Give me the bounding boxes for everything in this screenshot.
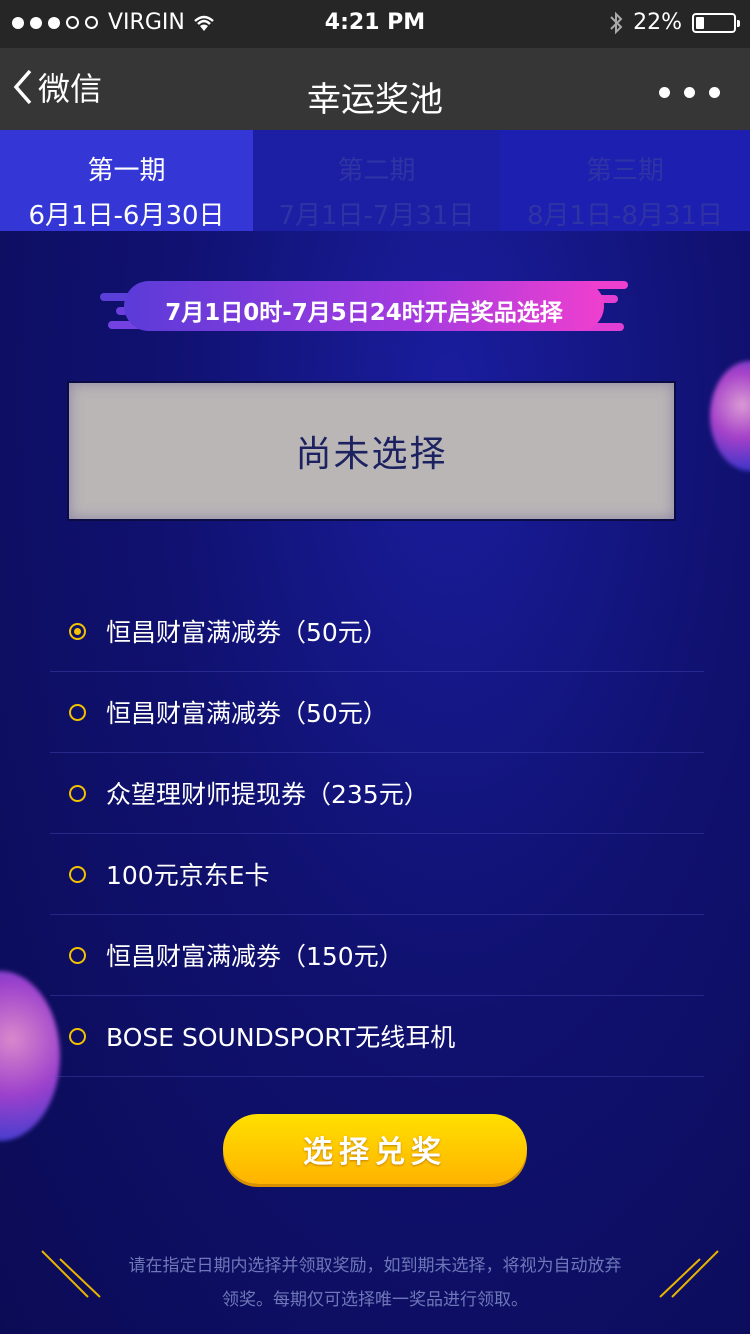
prize-option-label: 恒昌财富满减劵（150元）: [106, 942, 404, 971]
prize-option-label: 众望理财师提现券（235元）: [106, 780, 429, 809]
tab-period-1[interactable]: 第一期 6月1日-6月30日: [0, 130, 253, 231]
tab-period-dates: 7月1日-7月31日: [278, 201, 475, 231]
radio-checked-icon[interactable]: [69, 622, 86, 640]
prize-option[interactable]: 恒昌财富满减劵（50元）: [50, 672, 704, 753]
tab-period-label: 第一期: [87, 156, 166, 186]
battery-percent: 22%: [633, 10, 682, 35]
radio-icon[interactable]: [69, 946, 86, 964]
prize-option-label: 恒昌财富满减劵（50元）: [106, 699, 388, 728]
prize-option-label: 100元京东E卡: [106, 861, 270, 890]
more-dot-icon: [659, 87, 670, 98]
selection-window-banner: 7月1日0时-7月5日24时开启奖品选择: [100, 275, 628, 337]
selected-prize-display: 尚未选择: [67, 381, 676, 521]
bluetooth-icon: [610, 11, 623, 34]
decorative-lines-icon: [41, 1250, 101, 1298]
decorative-orb: [710, 361, 750, 471]
prize-option[interactable]: 众望理财师提现券（235元）: [50, 753, 704, 834]
rules-note: 请在指定日期内选择并领取奖励，如到期未选择，将视为自动放弃 领奖。每期仅可选择唯…: [110, 1249, 640, 1317]
status-bar: VIRGIN 4:21 PM 22%: [0, 0, 750, 48]
tab-period-3[interactable]: 第三期 8月1日-8月31日: [500, 130, 750, 231]
prize-option[interactable]: 100元京东E卡: [50, 834, 704, 915]
tab-period-2[interactable]: 第二期 7月1日-7月31日: [253, 130, 500, 231]
prize-option-label: 恒昌财富满减劵（50元）: [106, 618, 388, 647]
more-dot-icon: [709, 87, 720, 98]
status-right: 22%: [609, 10, 740, 35]
decorative-lines-icon: [659, 1250, 719, 1298]
more-button[interactable]: [659, 87, 720, 98]
tab-period-dates: 8月1日-8月31日: [526, 201, 724, 231]
prize-options-list: 恒昌财富满减劵（50元） 恒昌财富满减劵（50元） 众望理财师提现券（235元）…: [50, 591, 704, 1077]
prize-option[interactable]: BOSE SOUNDSPORT无线耳机: [50, 996, 704, 1077]
prize-option[interactable]: 恒昌财富满减劵（150元）: [50, 915, 704, 996]
radio-icon[interactable]: [69, 784, 86, 802]
tab-period-label: 第二期: [337, 156, 416, 186]
main-content: 7月1日0时-7月5日24时开启奖品选择 尚未选择 恒昌财富满减劵（50元） 恒…: [0, 231, 750, 1334]
battery-icon: [692, 12, 740, 33]
nav-bar: 微信 幸运奖池: [0, 48, 750, 130]
tab-period-label: 第三期: [585, 156, 664, 186]
more-dot-icon: [684, 87, 695, 98]
page-title: 幸运奖池: [307, 80, 443, 120]
prize-option-label: BOSE SOUNDSPORT无线耳机: [106, 1023, 456, 1052]
rules-note-line: 请在指定日期内选择并领取奖励，如到期未选择，将视为自动放弃: [128, 1256, 622, 1276]
prize-option[interactable]: 恒昌财富满减劵（50元）: [50, 591, 704, 672]
rules-note-line: 领奖。每期仅可选择唯一奖品进行领取。: [222, 1290, 528, 1310]
banner-text: 7月1日0时-7月5日24时开启奖品选择: [165, 300, 563, 326]
tab-period-dates: 6月1日-6月30日: [28, 201, 225, 231]
radio-icon[interactable]: [69, 1027, 86, 1045]
period-tabs: 第一期 6月1日-6月30日 第二期 7月1日-7月31日 第三期 8月1日-8…: [0, 130, 750, 231]
redeem-button[interactable]: 选择兑奖: [223, 1114, 527, 1184]
radio-icon[interactable]: [69, 703, 86, 721]
radio-icon[interactable]: [69, 865, 86, 883]
